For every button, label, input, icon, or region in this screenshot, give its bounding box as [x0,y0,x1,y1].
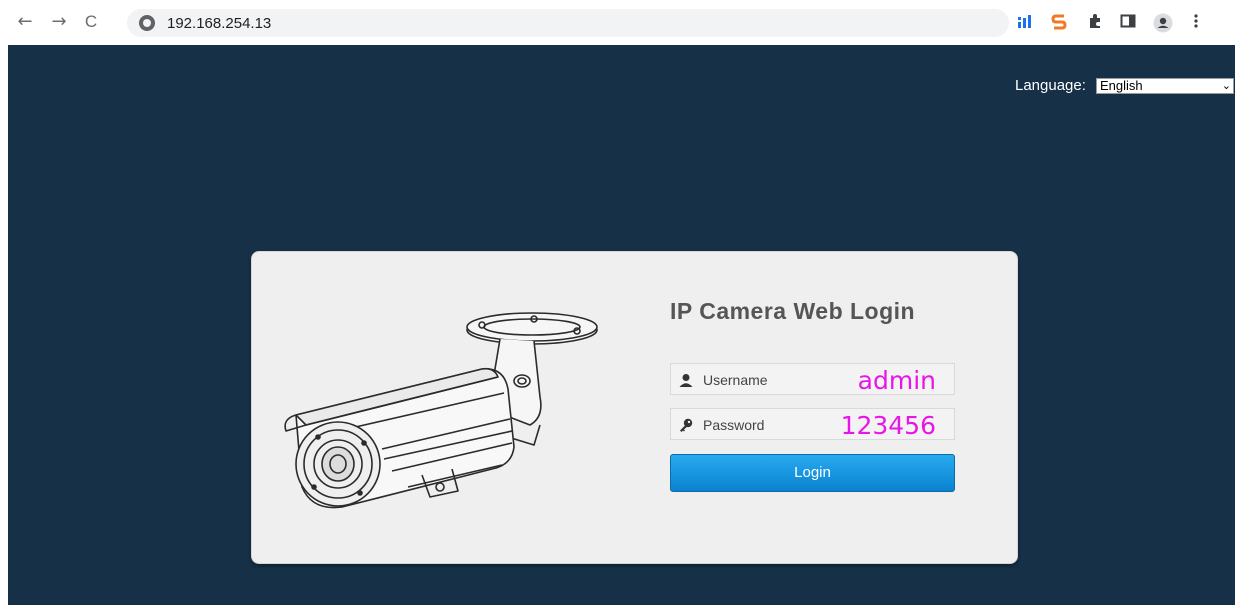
language-label: Language: [1015,77,1086,94]
username-value: admin [857,366,936,395]
s-extension-icon[interactable] [1049,13,1069,33]
ip-camera-illustration [284,312,598,509]
reload-button[interactable]: C [80,11,102,33]
bar-chart-icon[interactable] [1016,13,1036,33]
address-text: 192.168.254.13 [167,15,272,32]
sidepanel-icon[interactable] [1118,13,1138,33]
menu-icon[interactable] [1186,13,1206,33]
password-placeholder: Password [703,417,765,433]
browser-toolbar: ← → C 192.168.254.13 [0,0,1235,45]
site-info-icon[interactable] [139,15,155,31]
page-background: Language: English ⌄ IP Camera Web Login … [8,45,1235,605]
puzzle-icon[interactable] [1085,13,1105,33]
login-panel: IP Camera Web Login Username admin Passw… [251,251,1018,564]
password-field[interactable]: Password 123456 [670,408,955,440]
address-bar[interactable]: 192.168.254.13 [127,9,1009,37]
chevron-down-icon: ⌄ [1221,79,1231,92]
forward-button[interactable]: → [48,11,70,33]
key-icon [680,418,693,432]
language-selected: English [1100,78,1143,93]
back-button[interactable]: ← [14,11,36,33]
username-placeholder: Username [703,372,768,388]
user-icon [679,374,693,387]
login-title: IP Camera Web Login [670,298,916,324]
language-select[interactable]: English ⌄ [1096,78,1234,94]
username-field[interactable]: Username admin [670,363,955,395]
login-button[interactable]: Login [670,454,955,492]
profile-icon[interactable] [1153,13,1173,33]
password-value: 123456 [840,411,936,440]
